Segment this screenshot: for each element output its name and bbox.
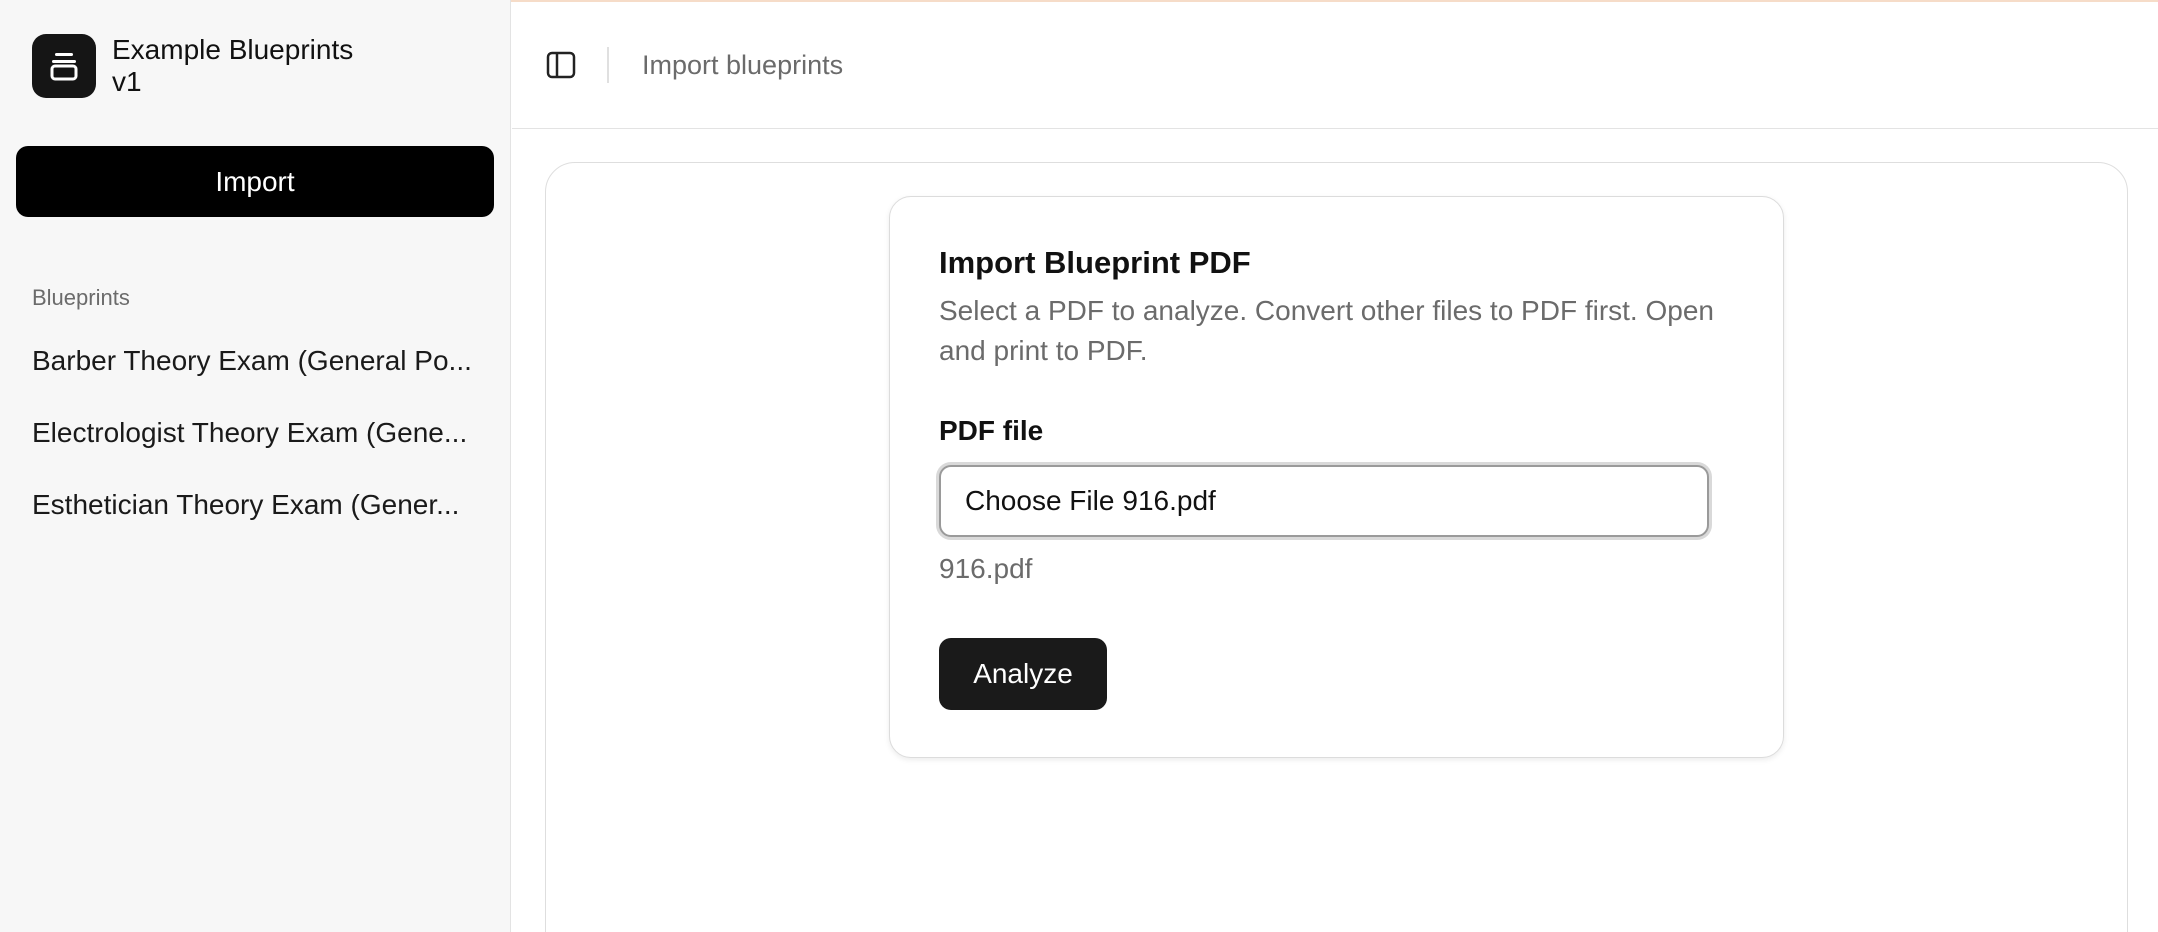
selected-file-name: 916.pdf xyxy=(939,553,1033,584)
app-version: v1 xyxy=(112,66,142,97)
header: Import blueprints xyxy=(512,2,2158,129)
analyze-button[interactable]: Analyze xyxy=(939,638,1107,710)
stack-icon xyxy=(32,34,96,98)
blueprint-list: Barber Theory Exam (General Po... Electr… xyxy=(32,340,482,556)
sidebar-item-esthetician[interactable]: Esthetician Theory Exam (Gener... xyxy=(32,484,482,556)
pdf-file-input[interactable]: Choose File 916.pdf xyxy=(939,465,1709,537)
header-divider xyxy=(607,47,609,83)
sidebar-item-electrologist[interactable]: Electrologist Theory Exam (Gene... xyxy=(32,412,482,484)
import-card: Import Blueprint PDF Select a PDF to ana… xyxy=(889,196,1784,758)
file-input-value: 916.pdf xyxy=(1122,485,1216,516)
import-button[interactable]: Import xyxy=(16,146,494,217)
choose-file-button[interactable]: Choose File xyxy=(965,485,1114,517)
sidebar-item-barber[interactable]: Barber Theory Exam (General Po... xyxy=(32,340,482,412)
sidebar-toggle-icon[interactable] xyxy=(545,49,577,81)
brand[interactable]: Example Blueprints v1 xyxy=(32,34,353,98)
card-title: Import Blueprint PDF xyxy=(939,245,1251,280)
breadcrumb: Import blueprints xyxy=(642,50,844,80)
blueprints-section-label: Blueprints xyxy=(32,285,130,310)
sidebar: Example Blueprints v1 Import Blueprints … xyxy=(0,0,511,932)
card-description: Select a PDF to analyze. Convert other f… xyxy=(939,295,1714,366)
brand-text: Example Blueprints v1 xyxy=(112,34,353,98)
pdf-file-label: PDF file xyxy=(939,415,1044,446)
app-name: Example Blueprints xyxy=(112,34,354,65)
